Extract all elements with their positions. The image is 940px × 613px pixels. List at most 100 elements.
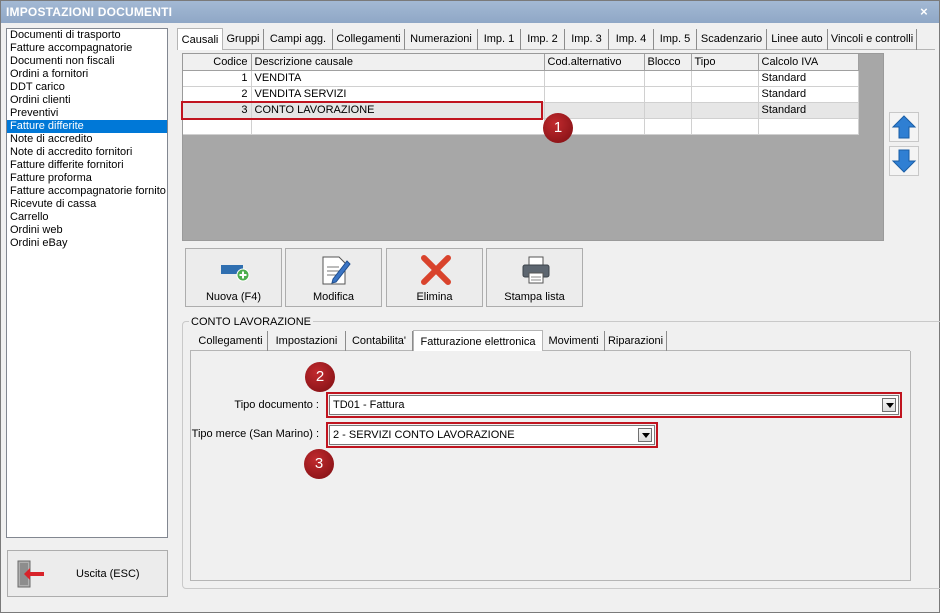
tab-imp-4[interactable]: Imp. 4 bbox=[609, 29, 654, 50]
column-header[interactable]: Codice bbox=[183, 54, 252, 71]
table-cell: Standard bbox=[758, 86, 859, 103]
list-item[interactable]: Fatture proforma bbox=[7, 172, 167, 185]
arrow-down-icon bbox=[891, 149, 917, 173]
table-cell: 3 bbox=[183, 102, 252, 119]
tipo-documento-value: TD01 - Fattura bbox=[333, 399, 405, 411]
table-cell bbox=[644, 102, 692, 119]
printer-icon bbox=[522, 256, 550, 284]
list-item[interactable]: Ordini web bbox=[7, 224, 167, 237]
tab-imp-1[interactable]: Imp. 1 bbox=[478, 29, 521, 50]
tab-causali[interactable]: Causali bbox=[177, 28, 223, 50]
list-item[interactable]: Note di accredito fornitori bbox=[7, 146, 167, 159]
detail-tab-fatturazione-elettronica[interactable]: Fatturazione elettronica bbox=[413, 330, 543, 352]
tipo-merce-select[interactable]: 2 - SERVIZI CONTO LAVORAZIONE bbox=[329, 425, 655, 445]
table-cell bbox=[691, 102, 759, 119]
list-item[interactable]: Fatture differite fornitori bbox=[7, 159, 167, 172]
tab-vincoli-e-controlli[interactable]: Vincoli e controlli bbox=[828, 29, 917, 50]
table-cell: 1 bbox=[183, 70, 252, 87]
column-header[interactable]: Descrizione causale bbox=[251, 54, 545, 71]
list-item[interactable]: DDT carico bbox=[7, 81, 167, 94]
print-list-button[interactable]: Stampa lista bbox=[486, 248, 583, 307]
detail-tab-impostazioni[interactable]: Impostazioni bbox=[268, 331, 346, 352]
table-cell bbox=[544, 70, 645, 87]
fatturazione-elettronica-panel bbox=[190, 351, 911, 581]
tab-linee-auto[interactable]: Linee auto bbox=[767, 29, 828, 50]
list-item[interactable]: Note di accredito bbox=[7, 133, 167, 146]
table-cell: 2 bbox=[183, 86, 252, 103]
tipo-merce-label: Tipo merce (San Marino) : bbox=[191, 428, 319, 440]
edit-button-label: Modifica bbox=[313, 291, 354, 303]
tab-collegamenti[interactable]: Collegamenti bbox=[333, 29, 405, 50]
tipo-merce-value: 2 - SERVIZI CONTO LAVORAZIONE bbox=[333, 429, 515, 441]
column-header[interactable]: Tipo bbox=[691, 54, 759, 71]
causali-grid: Codice Descrizione causale Cod.alternativo… bbox=[183, 54, 859, 135]
step-badge-2: 2 bbox=[305, 362, 335, 392]
table-cell bbox=[644, 70, 692, 87]
table-row[interactable]: 1 VENDITA Standard bbox=[183, 70, 859, 87]
table-cell: Standard bbox=[758, 70, 859, 87]
list-item[interactable]: Fatture accompagnatorie bbox=[7, 42, 167, 55]
list-item[interactable]: Documenti non fiscali bbox=[7, 55, 167, 68]
settings-window: IMPOSTAZIONI DOCUMENTI × Documenti di tr… bbox=[0, 0, 940, 613]
step-badge-1: 1 bbox=[543, 113, 573, 143]
exit-door-icon bbox=[17, 560, 44, 588]
column-header[interactable]: Calcolo IVA bbox=[758, 54, 859, 71]
detail-group-title: CONTO LAVORAZIONE bbox=[189, 316, 314, 328]
document-types-list[interactable]: Documenti di trasporto Fatture accompagna… bbox=[6, 28, 168, 538]
exit-button[interactable]: Uscita (ESC) bbox=[7, 550, 168, 597]
table-cell bbox=[644, 86, 692, 103]
tab-numerazioni[interactable]: Numerazioni bbox=[405, 29, 478, 50]
tab-imp-3[interactable]: Imp. 3 bbox=[565, 29, 609, 50]
close-icon[interactable]: × bbox=[917, 1, 931, 23]
chevron-down-icon[interactable] bbox=[882, 398, 896, 412]
detail-tab-riparazioni[interactable]: Riparazioni bbox=[605, 331, 667, 352]
table-cell bbox=[758, 118, 859, 135]
list-item[interactable]: Ordini a fornitori bbox=[7, 68, 167, 81]
table-cell bbox=[183, 118, 252, 135]
detail-tab-collegamenti[interactable]: Collegamenti bbox=[194, 331, 268, 352]
table-row-empty[interactable] bbox=[183, 118, 859, 135]
table-cell bbox=[691, 118, 759, 135]
arrow-up-icon bbox=[891, 115, 917, 139]
list-item[interactable]: Ordini clienti bbox=[7, 94, 167, 107]
top-tab-bar: Causali Gruppi Campi agg. Collegamenti Numer… bbox=[177, 28, 935, 50]
column-header[interactable]: Cod.alternativo bbox=[544, 54, 645, 71]
delete-x-icon bbox=[421, 255, 451, 285]
table-row[interactable]: 3 CONTO LAVORAZIONE Standard bbox=[183, 102, 859, 119]
delete-button[interactable]: Elimina bbox=[386, 248, 483, 307]
list-item[interactable]: Fatture differite bbox=[7, 120, 167, 133]
table-cell: VENDITA bbox=[251, 70, 545, 87]
table-cell bbox=[644, 118, 692, 135]
list-item[interactable]: Preventivi bbox=[7, 107, 167, 120]
tab-gruppi[interactable]: Gruppi bbox=[223, 29, 264, 50]
tab-campi-agg[interactable]: Campi agg. bbox=[264, 29, 333, 50]
list-item[interactable]: Fatture accompagnatorie fornito bbox=[7, 185, 167, 198]
edit-button[interactable]: Modifica bbox=[285, 248, 382, 307]
move-down-button[interactable] bbox=[889, 146, 919, 176]
edit-pencil-icon bbox=[322, 256, 351, 285]
new-document-icon bbox=[221, 265, 250, 282]
list-item[interactable]: Ricevute di cassa bbox=[7, 198, 167, 211]
move-up-button[interactable] bbox=[889, 112, 919, 142]
detail-tab-movimenti[interactable]: Movimenti bbox=[543, 331, 605, 352]
delete-button-label: Elimina bbox=[416, 291, 453, 303]
column-header[interactable]: Blocco bbox=[644, 54, 692, 71]
new-button[interactable]: Nuova (F4) bbox=[185, 248, 282, 307]
tab-scadenzario[interactable]: Scadenzario bbox=[697, 29, 767, 50]
list-item[interactable]: Documenti di trasporto bbox=[7, 29, 167, 42]
exit-button-label: Uscita (ESC) bbox=[76, 568, 140, 580]
tab-imp-2[interactable]: Imp. 2 bbox=[521, 29, 565, 50]
list-item[interactable]: Ordini eBay bbox=[7, 237, 167, 250]
tab-imp-5[interactable]: Imp. 5 bbox=[654, 29, 697, 50]
tipo-documento-label: Tipo documento : bbox=[234, 399, 319, 411]
table-row[interactable]: 2 VENDITA SERVIZI Standard bbox=[183, 86, 859, 103]
step-badge-3: 3 bbox=[304, 449, 334, 479]
table-cell: CONTO LAVORAZIONE bbox=[251, 102, 545, 119]
detail-tab-contabilita[interactable]: Contabilita' bbox=[346, 331, 413, 352]
chevron-down-icon[interactable] bbox=[638, 428, 652, 442]
tipo-documento-select[interactable]: TD01 - Fattura bbox=[329, 395, 899, 415]
table-cell bbox=[251, 118, 545, 135]
window-titlebar: IMPOSTAZIONI DOCUMENTI × bbox=[1, 1, 939, 23]
print-list-button-label: Stampa lista bbox=[504, 291, 565, 303]
list-item[interactable]: Carrello bbox=[7, 211, 167, 224]
